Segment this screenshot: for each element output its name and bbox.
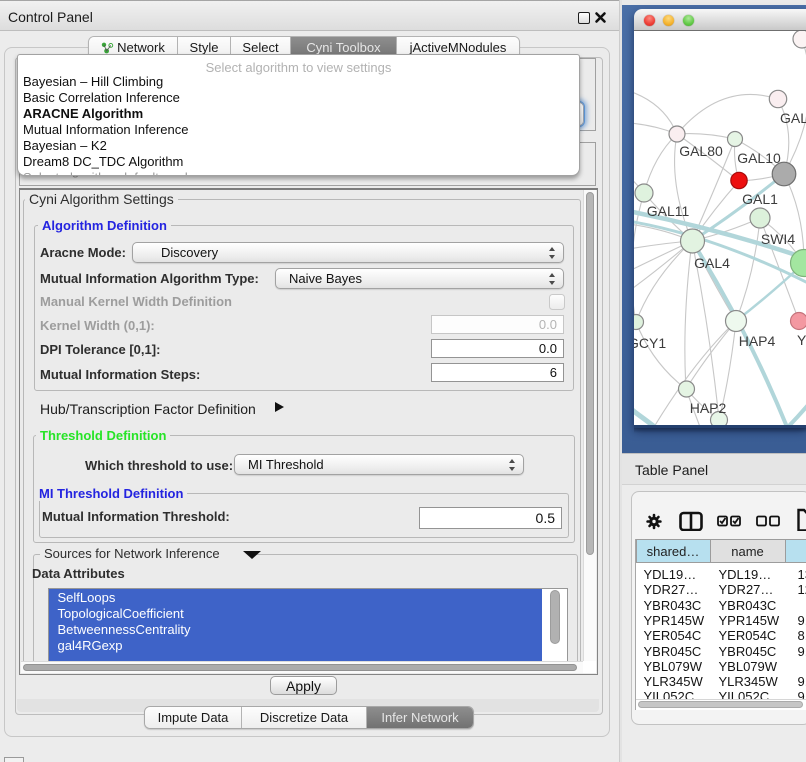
svg-text:GAL11: GAL11	[647, 203, 690, 219]
svg-text:YM: YM	[797, 332, 806, 348]
svg-text:GAL4: GAL4	[694, 255, 730, 271]
svg-text:GAL1: GAL1	[742, 191, 778, 207]
svg-text:GAL10: GAL10	[737, 150, 781, 166]
svg-text:SWI4: SWI4	[761, 231, 795, 247]
svg-text:HAP4: HAP4	[739, 333, 776, 349]
svg-text:GAL7: GAL7	[780, 110, 806, 126]
svg-text:GCY1: GCY1	[634, 335, 666, 351]
svg-text:GAL80: GAL80	[679, 143, 723, 159]
svg-text:HAP2: HAP2	[690, 400, 727, 416]
